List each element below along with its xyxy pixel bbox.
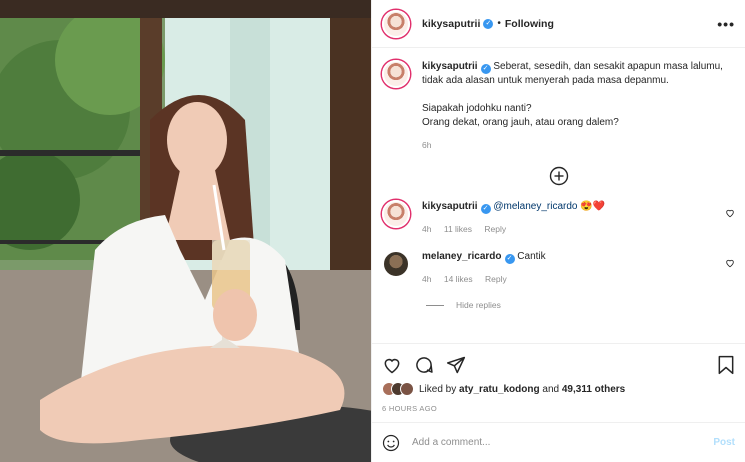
comment-body: melaney_ricardo ✓ Cantik 4h 14 likes Repl…	[422, 250, 725, 286]
following-button[interactable]: Following	[505, 18, 554, 30]
author-username[interactable]: kikysaputrii	[422, 18, 480, 30]
comment-avatar[interactable]	[382, 200, 410, 228]
likes-count[interactable]: 49,311 others	[562, 384, 625, 395]
comment-meta: 4h 11 likes Reply	[422, 222, 725, 236]
verified-icon: ✓	[483, 18, 494, 29]
caption-line-1: Seberat, sesedih, dan sesakit apapun mas…	[493, 61, 723, 72]
likes-user[interactable]: aty_ratu_kodong	[459, 384, 540, 395]
likes-prefix: Liked by	[419, 383, 457, 395]
heart-icon[interactable]	[382, 355, 402, 375]
comment-text: Cantik	[517, 251, 546, 262]
add-icon[interactable]	[549, 166, 569, 186]
comment-icon[interactable]	[414, 355, 434, 375]
author-avatar[interactable]	[382, 9, 410, 38]
verified-icon: ✓	[480, 64, 491, 74]
hide-replies-line	[426, 304, 444, 306]
caption-body: kikysaputrii ✓ Seberat, sesedih, dan sesa…	[422, 60, 735, 152]
caption: kikysaputrii ✓ Seberat, sesedih, dan sesa…	[382, 60, 735, 152]
bookmark-icon[interactable]	[717, 355, 735, 375]
photo-image	[0, 0, 371, 462]
post-photo[interactable]	[0, 0, 371, 462]
comment-time: 4h	[422, 274, 432, 284]
comment-username[interactable]: kikysaputrii	[422, 201, 478, 212]
likes-summary: Liked by aty_ratu_kodong and 49,311 othe…	[382, 378, 735, 400]
liker-avatar[interactable]	[400, 382, 414, 396]
comment-likes[interactable]: 11 likes	[444, 224, 472, 234]
comment-input[interactable]: Add a comment...	[412, 437, 713, 448]
verified-icon: ✓	[480, 204, 491, 214]
comment-item: melaney_ricardo ✓ Cantik 4h 14 likes Repl…	[382, 250, 735, 286]
comment-avatar[interactable]	[382, 250, 410, 278]
likes-text: Liked by aty_ratu_kodong and 49,311 othe…	[419, 384, 625, 395]
caption-username[interactable]: kikysaputrii	[422, 61, 478, 72]
reply-button[interactable]: Reply	[485, 274, 507, 284]
comment-heart-icon[interactable]	[725, 208, 735, 218]
comment-likes[interactable]: 14 likes	[444, 274, 473, 284]
comment-body: kikysaputrii ✓ @melaney_ricardo 😍❤️ 4h 11…	[422, 200, 725, 236]
post-header: kikysaputrii ✓ • Following •••	[372, 0, 745, 48]
post-button[interactable]: Post	[713, 437, 735, 448]
share-icon[interactable]	[446, 355, 466, 375]
comment-username[interactable]: melaney_ricardo	[422, 251, 502, 262]
emoji-icon[interactable]	[382, 434, 400, 452]
more-icon[interactable]: •••	[717, 16, 735, 32]
caption-line-3: Siapakah jodohku nanti?	[422, 103, 532, 114]
comment-mention[interactable]: @melaney_ricardo	[493, 201, 577, 212]
comment-meta: 4h 14 likes Reply	[422, 272, 725, 286]
post-dialog: kikysaputrii ✓ • Following ••• kikysaput…	[0, 0, 745, 462]
action-icons	[382, 352, 735, 378]
caption-avatar[interactable]	[382, 60, 410, 88]
hide-replies-label: Hide replies	[456, 300, 501, 310]
comment-item: kikysaputrii ✓ @melaney_ricardo 😍❤️ 4h 11…	[382, 200, 735, 236]
caption-line-2: tidak ada alasan untuk menyerah pada mas…	[422, 75, 669, 86]
comments-list[interactable]: kikysaputrii ✓ Seberat, sesedih, dan sesa…	[372, 48, 745, 343]
hide-replies-button[interactable]: Hide replies	[426, 300, 735, 310]
post-side-panel: kikysaputrii ✓ • Following ••• kikysaput…	[371, 0, 745, 462]
verified-icon: ✓	[504, 254, 515, 264]
post-timestamp: 6 HOURS AGO	[382, 404, 437, 413]
likes-joiner: and	[542, 383, 560, 395]
reply-button[interactable]: Reply	[484, 224, 506, 234]
header-separator: •	[497, 18, 501, 29]
comment-heart-icon[interactable]	[725, 258, 735, 268]
post-actions: Liked by aty_ratu_kodong and 49,311 othe…	[372, 343, 745, 422]
comment-text: 😍❤️	[580, 201, 606, 212]
add-comment-bar: Add a comment... Post	[372, 422, 745, 462]
caption-line-4: Orang dekat, orang jauh, atau orang dale…	[422, 117, 619, 128]
caption-time: 6h	[422, 140, 432, 150]
comment-time: 4h	[422, 224, 432, 234]
